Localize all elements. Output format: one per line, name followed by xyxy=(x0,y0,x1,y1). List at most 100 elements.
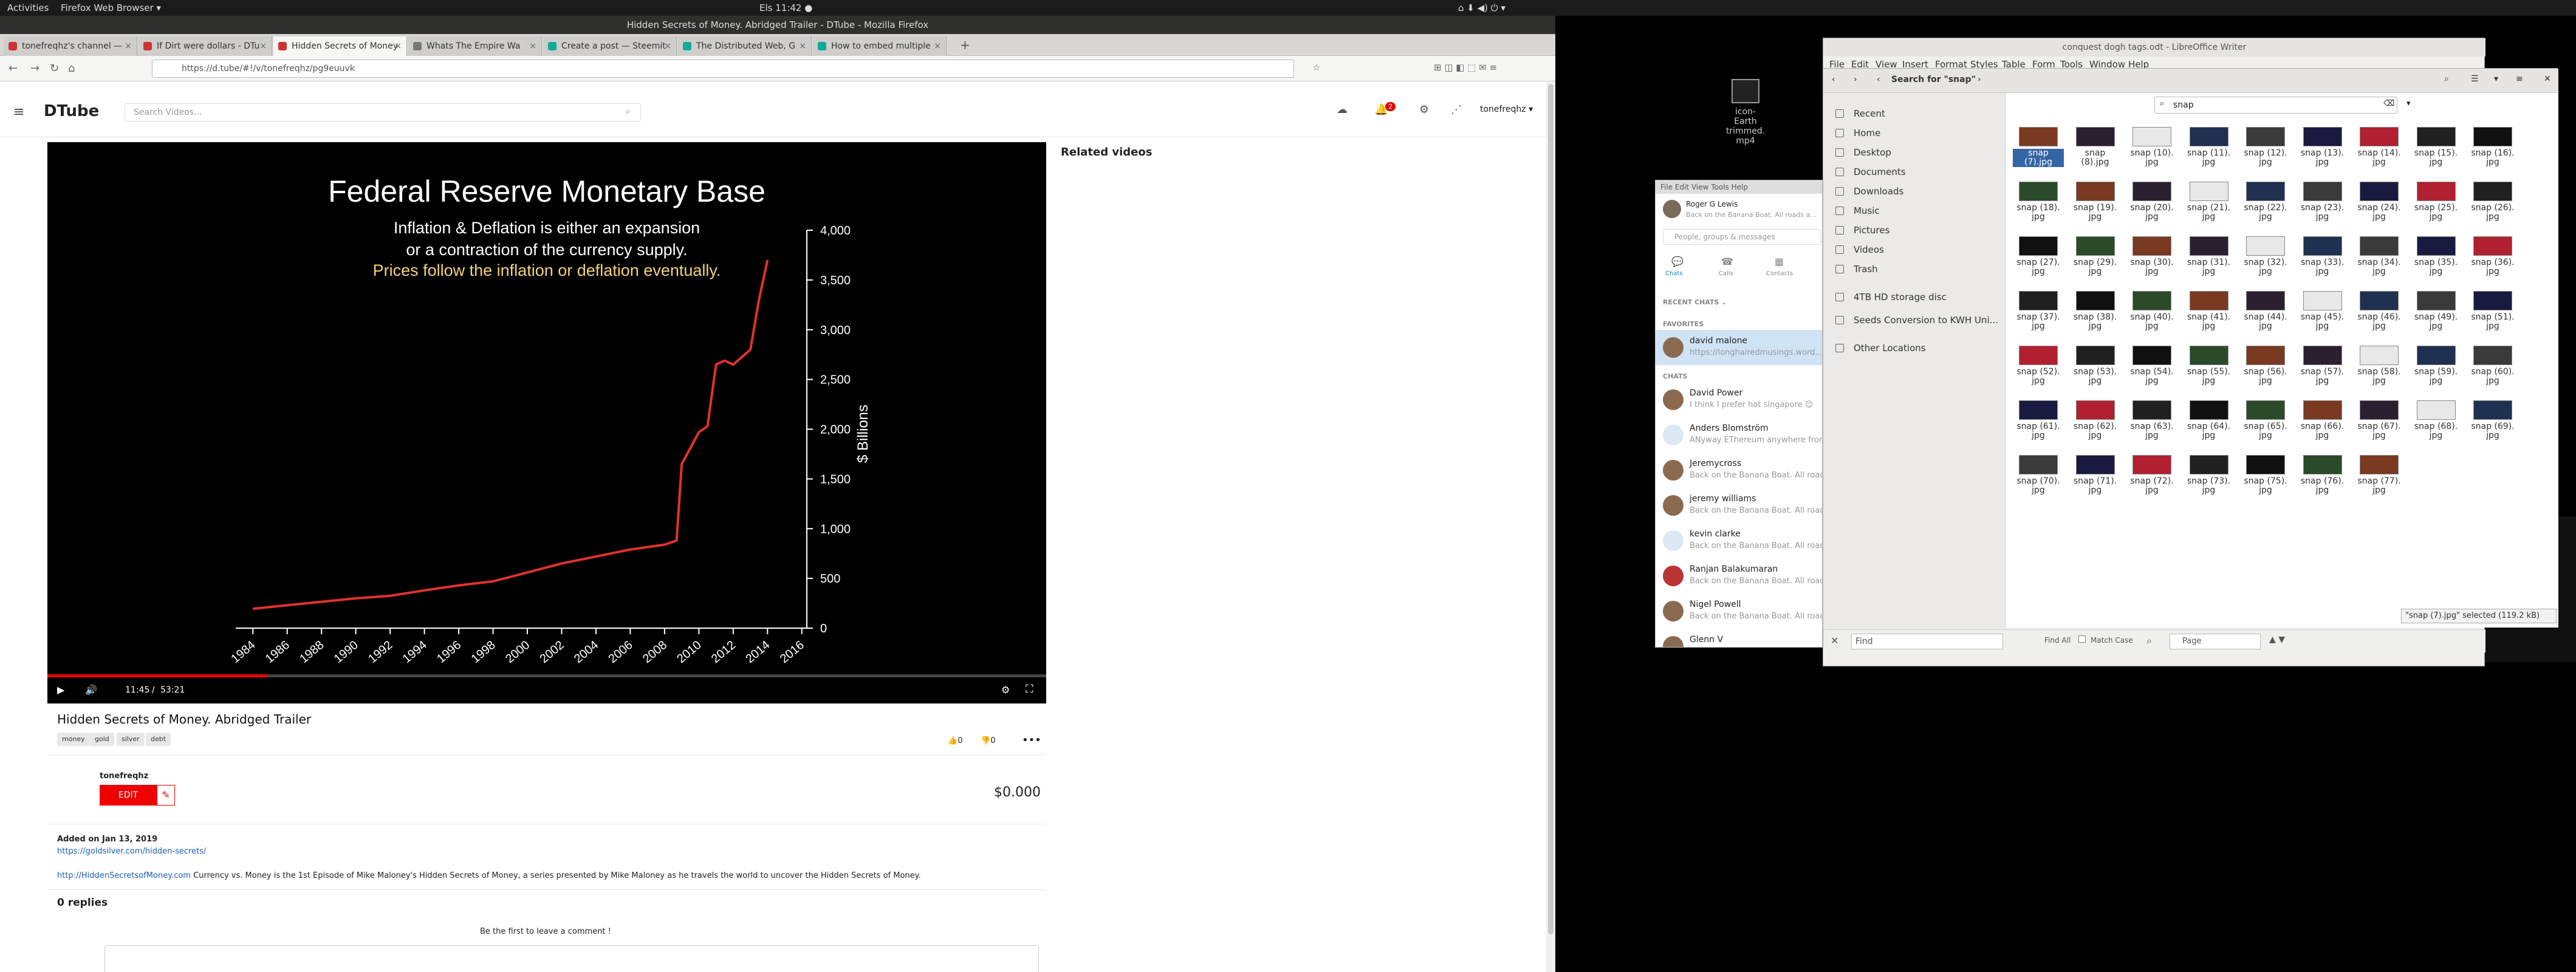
chat-item[interactable]: Jeremycross Back on the Banana Boat. All … xyxy=(1656,453,1822,488)
sidebar-item[interactable]: Documents xyxy=(1835,162,1999,182)
sidebar-item[interactable]: Seeds Conversion to KWH Uni... xyxy=(1835,310,1999,330)
browser-tab[interactable]: Create a post — Steemit × xyxy=(543,36,677,56)
close-icon[interactable]: × xyxy=(934,36,941,56)
file-item[interactable]: snap (72). jpg xyxy=(2126,455,2177,510)
file-item[interactable]: snap (41). jpg xyxy=(2184,291,2235,346)
file-item[interactable]: snap (32). jpg xyxy=(2240,236,2291,291)
file-item[interactable]: snap (14). jpg xyxy=(2354,127,2405,182)
video-player[interactable]: Federal Reserve Monetary Base Inflation … xyxy=(47,142,1046,703)
chat-item[interactable]: Ranjan Balakumaran Back on the Banana Boa… xyxy=(1656,558,1822,594)
browser-tab[interactable]: The Distributed Web, G × xyxy=(678,36,812,56)
file-item[interactable]: snap (58). jpg xyxy=(2354,346,2405,400)
desktop-file-icon[interactable]: icon-Earth trimmed. mp4 xyxy=(1725,79,1766,146)
file-search-input[interactable]: snap xyxy=(2154,97,2397,114)
path-left-icon[interactable]: ‹ xyxy=(1877,75,1880,84)
file-item[interactable]: snap (27). jpg xyxy=(2013,236,2064,291)
file-item[interactable]: snap (23). jpg xyxy=(2297,182,2348,236)
bookmark-star-icon[interactable]: ☆ xyxy=(1312,62,1320,73)
back-icon[interactable]: ← xyxy=(9,62,18,75)
forward-icon[interactable]: → xyxy=(30,62,39,75)
avatar[interactable] xyxy=(1663,200,1681,218)
file-item[interactable]: snap (46). jpg xyxy=(2354,291,2405,346)
chat-search-input[interactable]: People, groups & messages xyxy=(1663,229,1821,245)
sidebar-item[interactable]: Home xyxy=(1835,123,1999,143)
close-icon[interactable]: × xyxy=(259,36,267,56)
file-item[interactable]: snap (66). jpg xyxy=(2297,400,2348,455)
search-icon[interactable]: ⌕ xyxy=(626,106,631,117)
description-link[interactable]: https://goldsilver.com/hidden-secrets/ xyxy=(57,847,206,856)
scrollbar[interactable] xyxy=(1546,81,1555,972)
file-item[interactable]: snap (57). jpg xyxy=(2297,346,2348,400)
search-type-select[interactable]: Page xyxy=(2170,634,2261,649)
tag[interactable]: debt xyxy=(146,733,171,746)
hamburger-menu-icon[interactable]: ≡ xyxy=(13,104,24,120)
edit-button[interactable]: EDIT xyxy=(100,785,157,806)
search-input[interactable]: Search Videos... xyxy=(125,103,641,122)
search-icon[interactable]: ⌕ xyxy=(2444,74,2449,84)
file-item[interactable]: snap (45). jpg xyxy=(2297,291,2348,346)
forward-icon[interactable]: › xyxy=(1854,75,1857,84)
reload-icon[interactable]: ↻ xyxy=(50,62,59,75)
file-item[interactable]: snap (11). jpg xyxy=(2184,127,2235,182)
file-item[interactable]: snap (49). jpg xyxy=(2411,291,2462,346)
file-item[interactable]: snap (18). jpg xyxy=(2013,182,2064,236)
system-tray-icons[interactable]: ⌂ ⬇ ◀) ⏻ ▾ xyxy=(1458,2,1506,13)
find-all-button[interactable]: Find All xyxy=(2044,636,2071,645)
browser-tab[interactable]: tonefreqhz's channel — × xyxy=(4,36,137,56)
file-item[interactable]: snap (40). jpg xyxy=(2126,291,2177,346)
find-prev-next-icons[interactable]: ▲ ▼ xyxy=(2269,635,2285,645)
menu-icon[interactable]: ≡ xyxy=(2516,74,2523,84)
chat-item[interactable]: Anders Blomström ANyway EThereum anywhere… xyxy=(1656,417,1822,453)
sidebar-item[interactable]: Pictures xyxy=(1835,221,1999,240)
chat-item[interactable]: David Power I think I prefer hot singapor… xyxy=(1656,382,1822,417)
file-item[interactable]: snap (56). jpg xyxy=(2240,346,2291,400)
back-icon[interactable]: ‹ xyxy=(1832,75,1835,84)
file-item[interactable]: snap (71). jpg xyxy=(2070,455,2121,510)
file-item[interactable]: snap (26). jpg xyxy=(2467,182,2518,236)
file-item[interactable]: snap (24). jpg xyxy=(2354,182,2405,236)
search-options-icon[interactable]: ▾ xyxy=(2406,99,2411,108)
browser-tab[interactable]: If Dirt were dollars - DTu × xyxy=(139,36,272,56)
calls-tab-icon[interactable]: ☎ xyxy=(1721,256,1733,267)
file-item[interactable]: snap (36). jpg xyxy=(2467,236,2518,291)
file-item[interactable]: snap (21). jpg xyxy=(2184,182,2235,236)
close-icon[interactable]: ✕ xyxy=(2544,74,2551,84)
upload-icon[interactable]: ☁ xyxy=(1337,103,1348,116)
chat-item[interactable]: david malone https://longhairedmusings.wo… xyxy=(1656,330,1822,365)
video-progress-bar[interactable] xyxy=(47,674,1046,677)
sidebar-item[interactable]: Desktop xyxy=(1835,143,1999,162)
breadcrumb[interactable]: Search for "snap" xyxy=(1891,75,1976,84)
file-item[interactable]: snap (60). jpg xyxy=(2467,346,2518,400)
file-item[interactable]: snap (7).jpg xyxy=(2013,127,2064,182)
view-options-icon[interactable]: ▾ xyxy=(2494,74,2498,84)
file-item[interactable]: snap (68). jpg xyxy=(2411,400,2462,455)
file-item[interactable]: snap (37). jpg xyxy=(2013,291,2064,346)
file-item[interactable]: snap (64). jpg xyxy=(2184,400,2235,455)
settings-icon[interactable]: ⚙ xyxy=(1419,103,1429,116)
sidebar-item[interactable]: 4TB HD storage disc xyxy=(1835,287,1999,307)
file-item[interactable]: snap (15). jpg xyxy=(2411,127,2462,182)
file-item[interactable]: snap (33). jpg xyxy=(2297,236,2348,291)
browser-tab-active[interactable]: Hidden Secrets of Money × xyxy=(273,36,407,56)
close-icon[interactable]: ✕ xyxy=(1831,635,1838,646)
path-right-icon[interactable]: › xyxy=(1978,75,1981,84)
file-item[interactable]: snap (31). jpg xyxy=(2184,236,2235,291)
new-tab-button[interactable]: + xyxy=(960,38,970,52)
file-item[interactable]: snap (22). jpg xyxy=(2240,182,2291,236)
file-item[interactable]: snap (12). jpg xyxy=(2240,127,2291,182)
comment-textarea[interactable] xyxy=(104,945,1039,972)
play-icon[interactable]: ▶ xyxy=(57,684,64,696)
file-item[interactable]: snap (59). jpg xyxy=(2411,346,2462,400)
contacts-tab-icon[interactable]: ▦ xyxy=(1775,256,1784,267)
file-item[interactable]: snap (54). jpg xyxy=(2126,346,2177,400)
file-item[interactable]: snap (29). jpg xyxy=(2070,236,2121,291)
file-item[interactable]: snap (30). jpg xyxy=(2126,236,2177,291)
author-name[interactable]: tonefreqhz xyxy=(100,772,148,781)
recent-chats-label[interactable]: RECENT CHATS ⌄ xyxy=(1663,298,1727,306)
home-icon[interactable]: ⌂ xyxy=(68,62,75,75)
file-item[interactable]: snap (13). jpg xyxy=(2297,127,2348,182)
tab-calls[interactable]: Calls xyxy=(1719,270,1733,277)
file-item[interactable]: snap (19). jpg xyxy=(2070,182,2121,236)
tag[interactable]: money xyxy=(57,733,90,746)
dislike-button[interactable]: 👎0 xyxy=(981,736,995,745)
